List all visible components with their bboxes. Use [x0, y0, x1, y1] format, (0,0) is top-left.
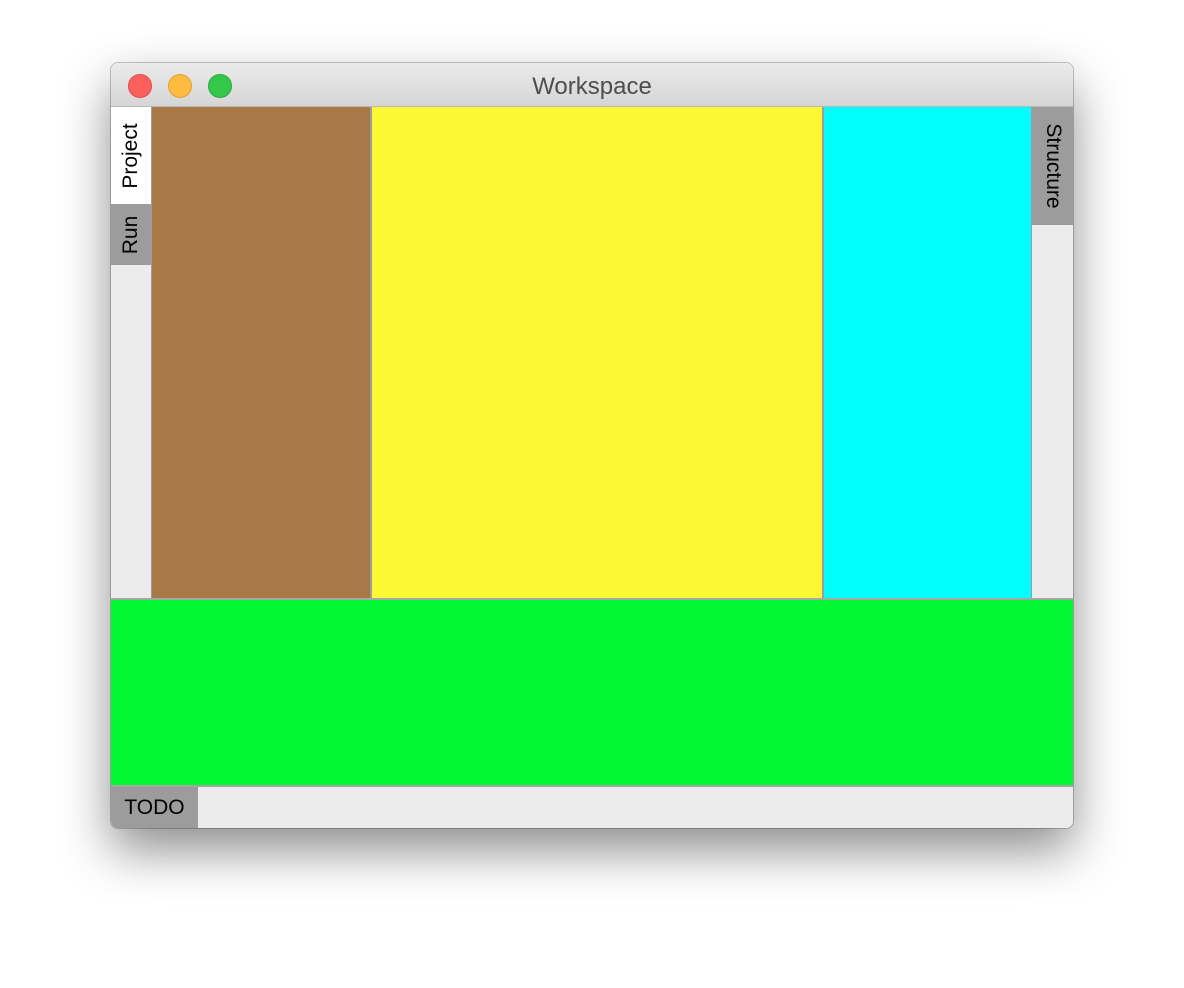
tab-run[interactable]: Run: [111, 204, 151, 265]
window-title: Workspace: [532, 73, 652, 100]
left-tool-strip: Project Run: [111, 107, 152, 598]
bottom-tool-strip: TODO: [111, 787, 1073, 828]
editor-panel[interactable]: [372, 107, 824, 598]
right-tool-strip: Structure: [1031, 107, 1073, 598]
project-panel[interactable]: [152, 107, 372, 598]
tab-run-label: Run: [119, 215, 142, 254]
tab-project[interactable]: Project: [111, 107, 151, 204]
title-bar[interactable]: Workspace: [111, 63, 1073, 107]
bottom-panel[interactable]: [111, 598, 1073, 787]
workspace-window: Workspace Project Run Structure TODO: [111, 63, 1073, 828]
structure-panel[interactable]: [824, 107, 1031, 598]
tab-project-label: Project: [119, 122, 142, 189]
window-content: Project Run Structure TODO: [111, 107, 1073, 828]
tab-todo[interactable]: TODO: [111, 787, 198, 828]
tab-structure-label: Structure: [1041, 123, 1065, 209]
tab-structure[interactable]: Structure: [1032, 107, 1073, 225]
